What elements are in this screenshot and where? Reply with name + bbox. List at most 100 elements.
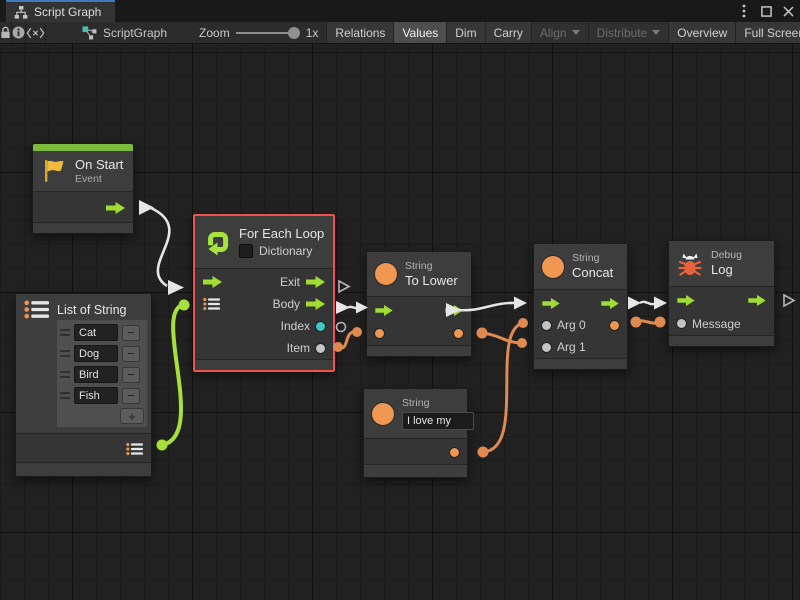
- node-footer: [33, 223, 133, 233]
- checkbox-label: Dictionary: [259, 244, 312, 258]
- port-exit[interactable]: Exit: [280, 275, 325, 289]
- align-dropdown[interactable]: Align: [531, 22, 588, 43]
- string-value-input[interactable]: [402, 412, 474, 430]
- distribute-dropdown[interactable]: Distribute: [588, 22, 669, 43]
- string-circle-icon: [372, 403, 394, 425]
- flow-arrow-icon: [748, 295, 766, 306]
- unconnected-log-exit-triangle[interactable]: [784, 295, 794, 306]
- wire-concat-to-log[interactable]: [628, 297, 667, 310]
- remove-item-button[interactable]: −: [122, 388, 140, 404]
- node-header[interactable]: String: [364, 389, 467, 438]
- port-flow-out[interactable]: [601, 298, 619, 309]
- overview-button[interactable]: Overview: [668, 22, 735, 43]
- wire-concat-to-message[interactable]: [631, 317, 666, 328]
- list-item-input[interactable]: [74, 387, 118, 404]
- list-item: −: [60, 365, 144, 384]
- maximize-button[interactable]: [758, 3, 774, 19]
- list-item-input[interactable]: [74, 366, 118, 383]
- node-footer: [195, 360, 333, 370]
- dim-button[interactable]: Dim: [446, 22, 484, 43]
- node-ports: Arg 0 Arg 1: [534, 289, 627, 359]
- list-icon: [24, 300, 49, 319]
- port-flow-out[interactable]: [445, 305, 463, 316]
- node-to-lower[interactable]: String To Lower: [366, 251, 472, 357]
- node-header[interactable]: On Start Event: [33, 151, 133, 191]
- graph-name: ScriptGraph: [103, 26, 167, 40]
- graph-canvas[interactable]: On Start Event List of String −: [0, 44, 800, 600]
- port-item[interactable]: Item: [287, 341, 325, 355]
- node-header[interactable]: String To Lower: [367, 252, 471, 296]
- port-body[interactable]: Body: [273, 297, 325, 311]
- wire-tolower-to-arg1[interactable]: [477, 328, 528, 349]
- lock-button[interactable]: [0, 22, 12, 43]
- port-string-out[interactable]: [450, 448, 459, 457]
- unconnected-index-circle[interactable]: [337, 323, 346, 332]
- port-index[interactable]: Index: [281, 319, 325, 333]
- values-button[interactable]: Values: [393, 22, 446, 43]
- fullscreen-button[interactable]: Full Screen: [735, 22, 800, 43]
- node-header[interactable]: Debug Log: [669, 241, 774, 286]
- inspect-button[interactable]: [12, 22, 26, 43]
- port-flow-in[interactable]: [677, 295, 695, 306]
- wire-body-to-tolower[interactable]: [336, 301, 368, 314]
- drag-handle-icon[interactable]: [60, 329, 70, 336]
- port-collection-in[interactable]: [203, 297, 220, 311]
- unity-script-graph-window: { "tab_title": "Script Graph", "toolbar"…: [0, 0, 800, 600]
- port-string-in[interactable]: [375, 329, 384, 338]
- node-list-of-string[interactable]: List of String − − −: [15, 293, 152, 477]
- node-header[interactable]: For Each Loop Dictionary: [195, 216, 333, 268]
- node-on-start[interactable]: On Start Event: [32, 143, 134, 234]
- flow-arrow-icon: [542, 298, 560, 309]
- port-string-out[interactable]: [454, 329, 463, 338]
- node-concat[interactable]: String Concat Arg 0 Arg 1: [533, 243, 628, 370]
- close-button[interactable]: [780, 3, 796, 19]
- port-flow-in[interactable]: [542, 298, 560, 309]
- list-item-input[interactable]: [74, 324, 118, 341]
- window-menu-button[interactable]: [736, 3, 752, 19]
- code-preview-button[interactable]: [26, 22, 46, 43]
- port-arg1[interactable]: Arg 1: [542, 340, 586, 354]
- port-flow-out[interactable]: [106, 202, 125, 214]
- node-header[interactable]: List of String − − −: [16, 294, 151, 427]
- node-debug-log[interactable]: Debug Log Message: [668, 240, 775, 347]
- tab-script-graph[interactable]: Script Graph: [6, 0, 115, 22]
- node-title: For Each Loop: [239, 226, 324, 242]
- add-item-button[interactable]: +: [120, 408, 144, 424]
- drag-handle-icon[interactable]: [60, 371, 70, 378]
- item-port-dot[interactable]: [316, 344, 325, 353]
- relations-button[interactable]: Relations: [326, 22, 393, 43]
- carry-button[interactable]: Carry: [485, 22, 531, 43]
- index-port-dot[interactable]: [316, 322, 325, 331]
- chevron-down-icon: [572, 30, 580, 35]
- dictionary-checkbox[interactable]: [239, 244, 253, 258]
- port-flow-in[interactable]: [203, 276, 222, 288]
- event-stripe: [33, 144, 133, 151]
- port-list-out[interactable]: [126, 442, 143, 456]
- remove-item-button[interactable]: −: [122, 346, 140, 362]
- node-string-literal[interactable]: String: [363, 388, 468, 478]
- drag-handle-icon[interactable]: [60, 392, 70, 399]
- list-item-input[interactable]: [74, 345, 118, 362]
- port-flow-out[interactable]: [748, 295, 766, 306]
- wire-literal-to-arg0[interactable]: [478, 318, 529, 458]
- wire-onstart-to-foreach[interactable]: [139, 200, 184, 295]
- list-item: −: [60, 323, 144, 342]
- wire-item-to-tolower[interactable]: [333, 327, 362, 352]
- node-header[interactable]: String Concat: [534, 244, 627, 289]
- port-flow-in[interactable]: [375, 305, 393, 316]
- port-arg0[interactable]: Arg 0: [542, 318, 586, 332]
- zoom-slider-track[interactable]: [236, 32, 292, 34]
- zoom-slider[interactable]: [236, 22, 300, 44]
- flow-arrow-icon: [601, 298, 619, 309]
- wire-list-to-foreach[interactable]: [157, 300, 190, 451]
- port-result-out[interactable]: [610, 321, 619, 330]
- remove-item-button[interactable]: −: [122, 325, 140, 341]
- node-for-each-loop[interactable]: For Each Loop Dictionary Exit Body: [193, 214, 335, 372]
- remove-item-button[interactable]: −: [122, 367, 140, 383]
- node-footer: [534, 359, 627, 369]
- unconnected-exit-triangle[interactable]: [339, 281, 349, 292]
- port-message[interactable]: Message: [677, 317, 741, 331]
- string-circle-icon: [542, 256, 564, 278]
- drag-handle-icon[interactable]: [60, 350, 70, 357]
- zoom-slider-knob[interactable]: [288, 27, 300, 39]
